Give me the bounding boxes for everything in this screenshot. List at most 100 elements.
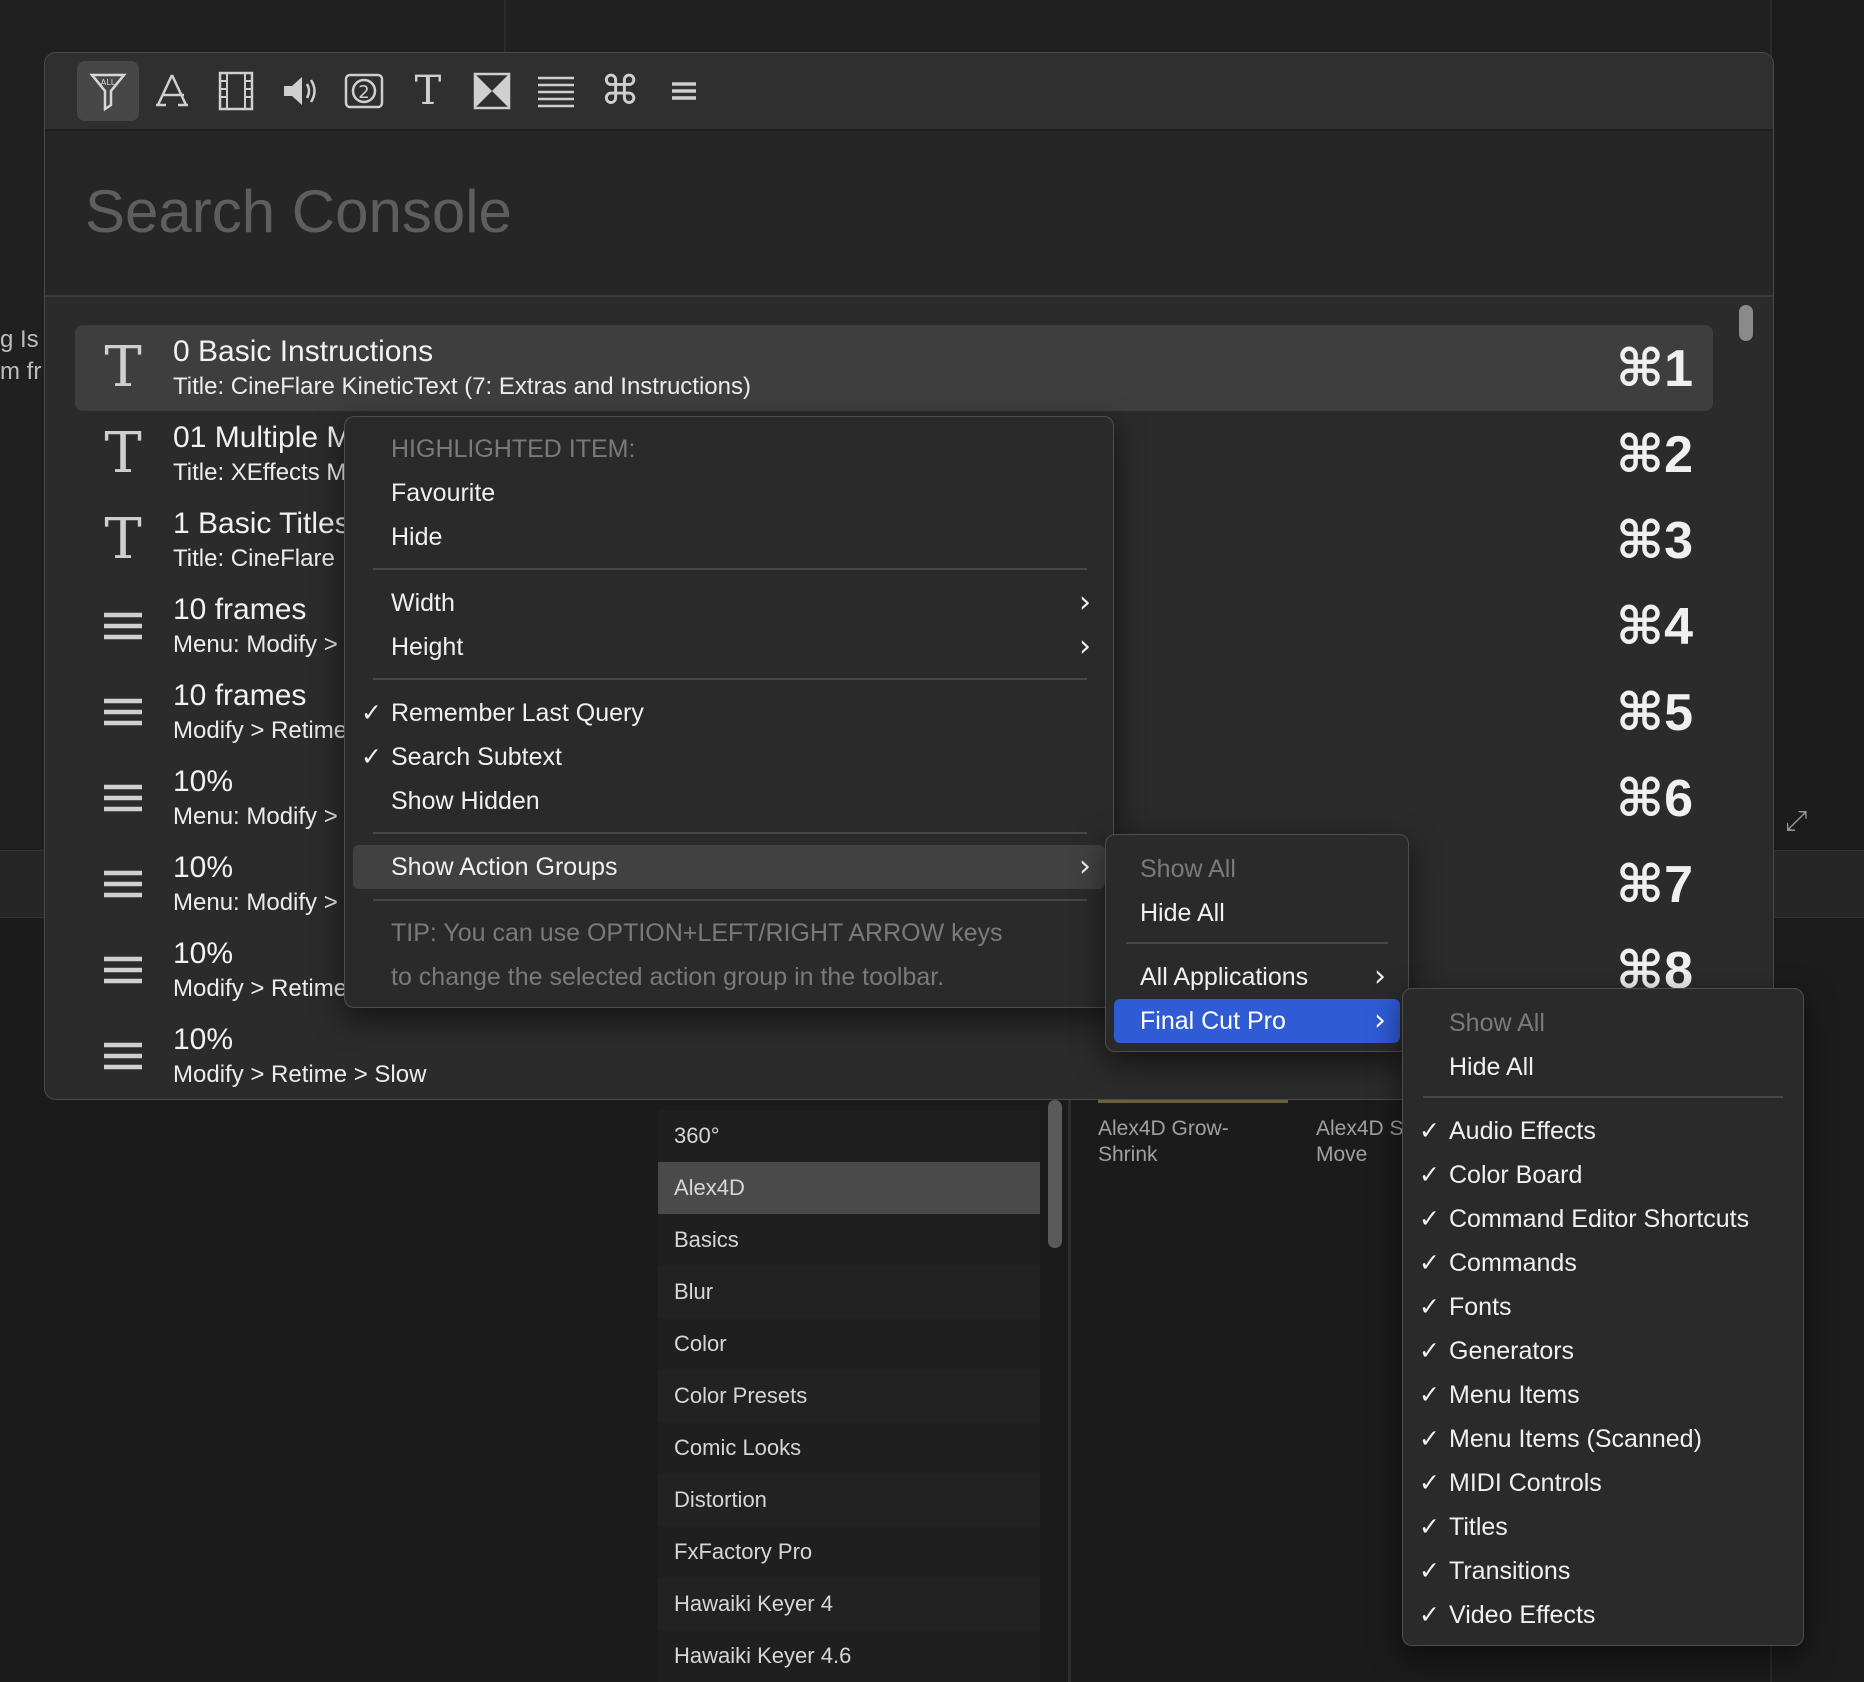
- menu-item-hide[interactable]: Hide: [353, 517, 1105, 557]
- browser-item[interactable]: Alex4D: [658, 1162, 1040, 1214]
- context-menu: HIGHLIGHTED ITEM: Favourite Hide Width › …: [344, 416, 1114, 1008]
- app-store-icon[interactable]: [141, 61, 203, 121]
- menu-item-label: Search Subtext: [391, 743, 562, 771]
- browser-item[interactable]: Hawaiki Keyer 4: [658, 1578, 1040, 1630]
- result-subtitle: Modify > Retime: [173, 717, 348, 744]
- effects-browser-list: 360° Alex4D Basics Blur Color Color Presets Co…: [658, 1110, 1040, 1682]
- browser-item[interactable]: Blur: [658, 1266, 1040, 1318]
- result-shortcut: ⌘3: [1615, 512, 1693, 570]
- checkmark-icon: ✓: [1419, 1161, 1440, 1189]
- browser-item[interactable]: Comic Looks: [658, 1422, 1040, 1474]
- menu-item-height[interactable]: Height ›: [353, 627, 1105, 667]
- search-input[interactable]: [83, 165, 1687, 257]
- result-subtitle: Menu: Modify >: [173, 631, 338, 658]
- menu-item-label: Hide All: [1140, 899, 1225, 927]
- result-shortcut: ⌘2: [1615, 426, 1693, 484]
- speaker-icon[interactable]: [269, 61, 331, 121]
- browser-item[interactable]: FxFactory Pro: [658, 1526, 1040, 1578]
- menu-item-favourite[interactable]: Favourite: [353, 473, 1105, 513]
- menu-item-action-group[interactable]: ✓ Audio Effects: [1411, 1111, 1795, 1151]
- result-title: 10%: [173, 851, 234, 884]
- menu-icon[interactable]: [653, 61, 715, 121]
- title-icon: T: [104, 507, 142, 572]
- command-icon[interactable]: ⌘: [589, 61, 651, 121]
- menu-item-search-subtext[interactable]: ✓ Search Subtext: [353, 737, 1105, 777]
- chevron-right-icon: ›: [1079, 585, 1091, 620]
- browser-item[interactable]: Hawaiki Keyer 4.6: [658, 1630, 1040, 1682]
- results-scrollbar[interactable]: [1739, 305, 1753, 341]
- menu-item-width[interactable]: Width ›: [353, 583, 1105, 623]
- menu-item-show-all[interactable]: Show All: [1114, 849, 1400, 889]
- menu-item-label: Titles: [1449, 1513, 1508, 1541]
- menu-item-action-group[interactable]: ✓ Menu Items: [1411, 1375, 1795, 1415]
- menu-item-action-group[interactable]: ✓ Titles: [1411, 1507, 1795, 1547]
- menu-item-action-group[interactable]: ✓ Generators: [1411, 1331, 1795, 1371]
- menu-item-action-group[interactable]: ✓ Video Effects: [1411, 1595, 1795, 1635]
- browser-item[interactable]: Basics: [658, 1214, 1040, 1266]
- console-toolbar: ALL 2 T ⌘: [45, 53, 1773, 131]
- effect-thumbnail-label[interactable]: Alex4D Grow- Shrink: [1098, 1116, 1229, 1168]
- menu-item-remember-last-query[interactable]: ✓ Remember Last Query: [353, 693, 1105, 733]
- thumb-label-line: Move: [1316, 1143, 1368, 1166]
- menu-item-show-action-groups[interactable]: Show Action Groups ›: [353, 845, 1105, 889]
- menu-item-hide-all[interactable]: Hide All: [1114, 893, 1400, 933]
- menu-icon: [95, 1027, 151, 1085]
- result-title: 0 Basic Instructions: [173, 335, 434, 368]
- menu-item-hide-all[interactable]: Hide All: [1411, 1047, 1795, 1087]
- result-subtitle: Title: CineFlare: [173, 545, 335, 572]
- menu-item-show-all[interactable]: Show All: [1411, 1003, 1795, 1043]
- menu-item-label: Show Action Groups: [391, 853, 618, 881]
- menu-separator: [373, 568, 1087, 570]
- menu-separator: [1126, 942, 1388, 944]
- menu-item-label: Hide All: [1449, 1053, 1534, 1081]
- menu-item-label: Width: [391, 589, 455, 617]
- title-icon[interactable]: T: [397, 61, 459, 121]
- chevron-right-icon: ›: [1079, 849, 1091, 884]
- menu-item-action-group[interactable]: ✓ Transitions: [1411, 1551, 1795, 1591]
- menu-item-action-group[interactable]: ✓ Command Editor Shortcuts: [1411, 1199, 1795, 1239]
- chevron-right-icon: ›: [1079, 629, 1091, 664]
- thumb-label-line: Alex4D S: [1316, 1117, 1404, 1140]
- chevron-right-icon: ›: [1374, 959, 1386, 994]
- menu-item-action-group[interactable]: ✓ Fonts: [1411, 1287, 1795, 1327]
- menu-item-label: Command Editor Shortcuts: [1449, 1205, 1750, 1233]
- result-shortcut: ⌘7: [1615, 856, 1693, 914]
- menu-tip-text: TIP: You can use OPTION+LEFT/RIGHT ARROW…: [391, 919, 1003, 947]
- menu-item-action-group[interactable]: ✓ Commands: [1411, 1243, 1795, 1283]
- menu-item-action-group[interactable]: ✓ Menu Items (Scanned): [1411, 1419, 1795, 1459]
- menu-item-action-group[interactable]: ✓ MIDI Controls: [1411, 1463, 1795, 1503]
- menu-item-action-group[interactable]: ✓ Color Board: [1411, 1155, 1795, 1195]
- expand-icon[interactable]: ⤢: [1785, 805, 1807, 838]
- svg-text:ALL: ALL: [101, 78, 116, 87]
- menu-tip-text: to change the selected action group in t…: [391, 963, 945, 991]
- checkmark-icon: ✓: [1419, 1425, 1440, 1453]
- result-subtitle: Title: XEffects M: [173, 459, 347, 486]
- effect-thumbnail-label[interactable]: Alex4D S Move: [1316, 1116, 1404, 1168]
- search-area: [45, 131, 1773, 297]
- menu-item-final-cut-pro[interactable]: Final Cut Pro ›: [1114, 999, 1400, 1043]
- text-lines-icon[interactable]: [525, 61, 587, 121]
- menu-item-show-hidden[interactable]: Show Hidden: [353, 781, 1105, 821]
- result-subtitle: Menu: Modify >: [173, 889, 338, 916]
- all-filter-icon[interactable]: ALL: [77, 61, 139, 121]
- result-shortcut: ⌘4: [1615, 598, 1693, 656]
- browser-item[interactable]: Color: [658, 1318, 1040, 1370]
- transition-icon[interactable]: [461, 61, 523, 121]
- menu-item-label: Show All: [1449, 1009, 1545, 1037]
- browser-item[interactable]: 360°: [658, 1110, 1040, 1162]
- menu-icon: [95, 683, 151, 741]
- menu-item-all-applications[interactable]: All Applications ›: [1114, 957, 1400, 997]
- film-strip-icon[interactable]: [205, 61, 267, 121]
- menu-item-label: All Applications: [1140, 963, 1309, 991]
- browser-scrollbar[interactable]: [1048, 1100, 1062, 1248]
- browser-item[interactable]: Distortion: [658, 1474, 1040, 1526]
- menu-item-label: Video Effects: [1449, 1601, 1596, 1629]
- background-divider: [504, 0, 506, 60]
- thumb-label-line: Alex4D Grow-: [1098, 1117, 1229, 1140]
- result-row[interactable]: T 0 Basic Instructions Title: CineFlare Ki…: [75, 325, 1713, 411]
- generator-icon[interactable]: 2: [333, 61, 395, 121]
- menu-icon: [95, 855, 151, 913]
- browser-item[interactable]: Color Presets: [658, 1370, 1040, 1422]
- checkmark-icon: ✓: [361, 743, 382, 771]
- checkmark-icon: ✓: [1419, 1381, 1440, 1409]
